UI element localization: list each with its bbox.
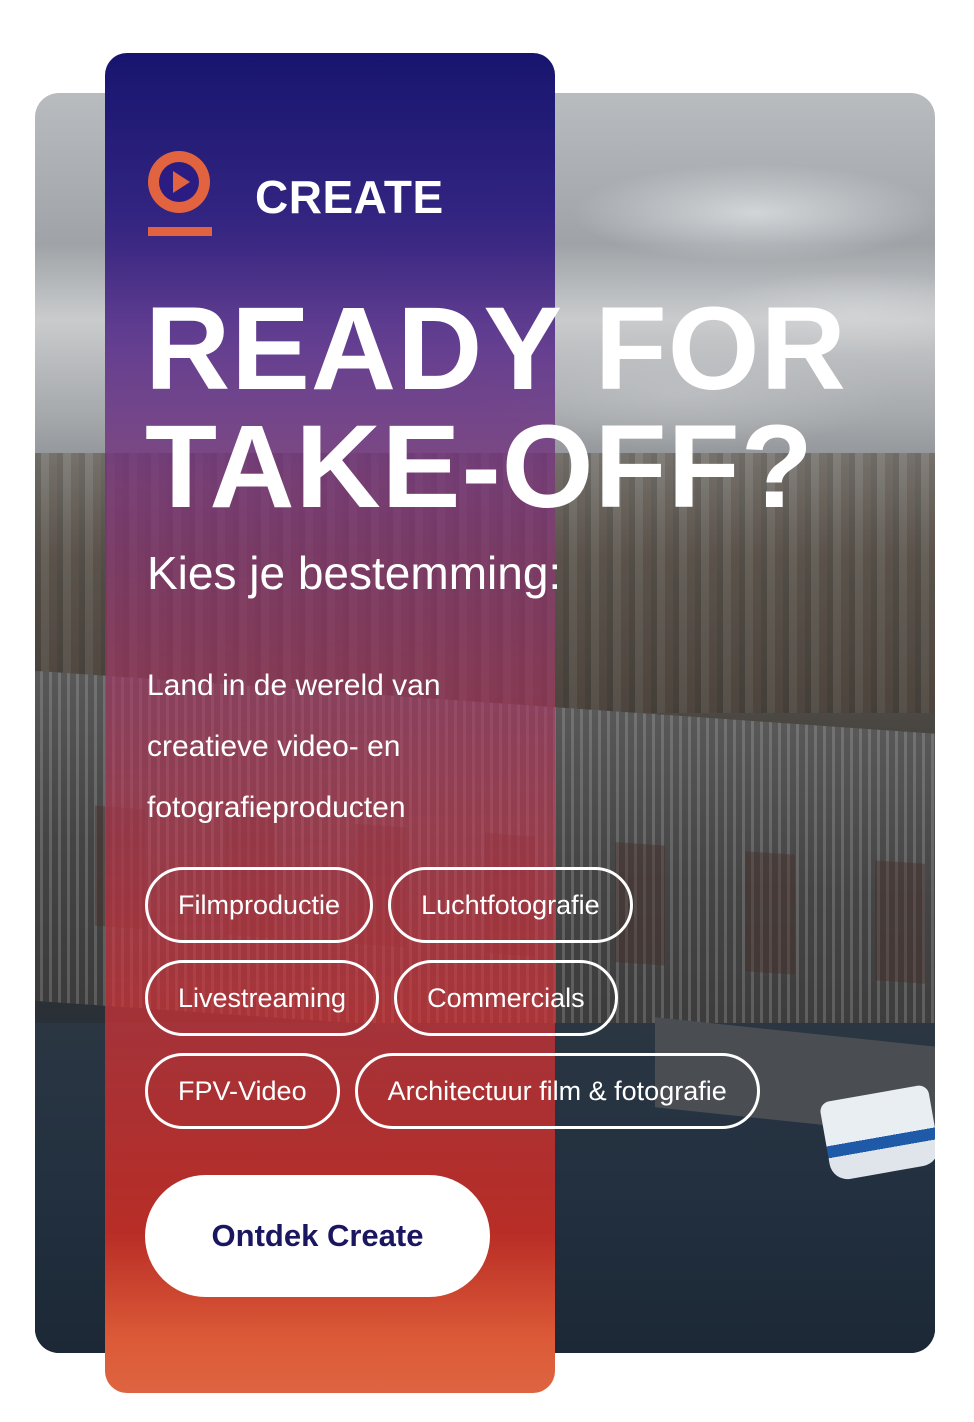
tag-architectuur[interactable]: Architectuur film & fotografie	[354, 1053, 760, 1129]
tag-list: Filmproductie Luchtfotografie Livestream…	[145, 867, 845, 1146]
tag-luchtfotografie[interactable]: Luchtfotografie	[388, 867, 633, 943]
tag-row: Livestreaming Commercials	[145, 960, 845, 1036]
tag-fpv-video[interactable]: FPV-Video	[145, 1053, 340, 1129]
play-icon	[145, 150, 213, 240]
tag-row: FPV-Video Architectuur film & fotografie	[145, 1053, 845, 1129]
tag-commercials[interactable]: Commercials	[394, 960, 618, 1036]
tag-filmproductie[interactable]: Filmproductie	[145, 867, 374, 943]
brand-name: CREATE	[255, 171, 444, 223]
headline-line-1: READY FOR	[145, 283, 847, 415]
headline: READY FOR TAKE-OFF?	[145, 290, 945, 526]
subheading: Kies je bestemming:	[147, 547, 562, 599]
tag-livestreaming[interactable]: Livestreaming	[145, 960, 380, 1036]
discover-create-button[interactable]: Ontdek Create	[145, 1175, 490, 1297]
headline-line-2: TAKE-OFF?	[145, 401, 814, 533]
hero-card: CREATE READY FOR TAKE-OFF? Kies je beste…	[0, 0, 974, 1422]
description: Land in de wereld van creatieve video- e…	[147, 669, 441, 824]
tag-row: Filmproductie Luchtfotografie	[145, 867, 845, 943]
brand: CREATE	[145, 150, 443, 240]
